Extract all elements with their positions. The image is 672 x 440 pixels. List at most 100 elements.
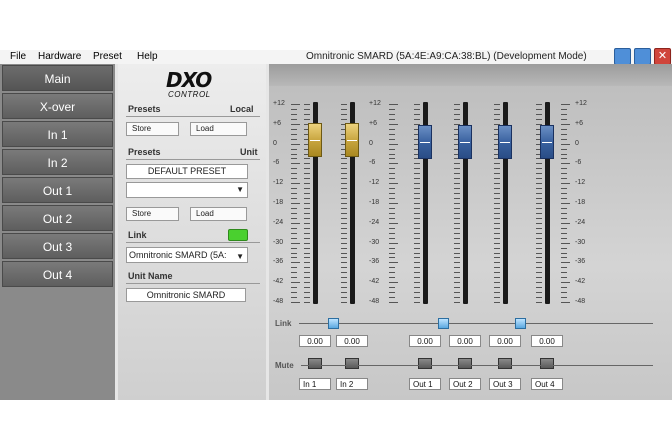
load-local-button[interactable]: Load <box>190 122 247 136</box>
menu-preset[interactable]: Preset <box>93 51 122 62</box>
store-local-button[interactable]: Store <box>126 122 179 136</box>
nav-item-out4[interactable]: Out 4 <box>2 261 113 287</box>
mute-button[interactable] <box>308 358 322 369</box>
fader-knob-out3[interactable] <box>498 125 512 159</box>
scale-tick <box>389 108 395 110</box>
fader-tick <box>454 282 460 284</box>
link-status-led <box>228 229 248 241</box>
mute-button[interactable] <box>540 358 554 369</box>
dxo-logo-sub: CONTROL <box>168 90 211 99</box>
fader-tick <box>494 262 500 264</box>
fader-tick <box>414 297 420 299</box>
fader-tick <box>341 277 347 279</box>
scale-tick <box>389 252 395 254</box>
nav-item-main[interactable]: Main <box>2 65 113 91</box>
fader-tick <box>414 203 420 204</box>
scale-tick <box>291 287 297 289</box>
fader-knob-out4[interactable] <box>540 125 554 159</box>
scale-tick <box>561 287 567 289</box>
scale-tick <box>291 143 300 145</box>
mute-button[interactable] <box>345 358 359 369</box>
scale-label: -30 <box>369 238 380 246</box>
scale-tick <box>561 118 567 120</box>
scale-label: -6 <box>273 159 280 167</box>
fader-tick <box>304 178 310 180</box>
mute-button[interactable] <box>498 358 512 369</box>
maximize-icon[interactable] <box>634 48 651 65</box>
fader-tick <box>494 118 500 120</box>
channel-value[interactable]: 0.00 <box>531 335 563 347</box>
scale-tick <box>291 123 300 125</box>
unit-name-field[interactable]: Omnitronic SMARD <box>126 288 246 302</box>
fader-tick <box>414 237 420 239</box>
nav-item-out2[interactable]: Out 2 <box>2 205 113 231</box>
scale-tick <box>561 158 567 160</box>
menu-file[interactable]: File <box>10 51 26 62</box>
fader-tick <box>304 237 310 239</box>
nav-item-in2[interactable]: In 2 <box>2 149 113 175</box>
link-toggle-out12[interactable] <box>438 318 449 329</box>
minimize-icon[interactable] <box>614 48 631 65</box>
fader-tick <box>341 272 347 274</box>
fader-knob-out1[interactable] <box>418 125 432 159</box>
link-toggle-in[interactable] <box>328 318 339 329</box>
scale-tick <box>389 128 395 130</box>
nav-item-in1[interactable]: In 1 <box>2 121 113 147</box>
load-unit-button[interactable]: Load <box>190 207 247 221</box>
menu-help[interactable]: Help <box>137 51 158 62</box>
fader-tick <box>536 267 542 269</box>
scale-tick <box>561 163 570 165</box>
fader-tick <box>304 287 310 289</box>
scale-label: +12 <box>369 100 381 107</box>
fader-tick <box>536 227 542 229</box>
channel-value[interactable]: 0.00 <box>336 335 368 347</box>
scale-tick <box>291 203 300 204</box>
nav-item-out1[interactable]: Out 1 <box>2 177 113 203</box>
scale-tick <box>389 188 395 190</box>
scale-tick <box>389 168 395 170</box>
chevron-down-icon: ▼ <box>236 250 244 262</box>
nav-item-out3[interactable]: Out 3 <box>2 233 113 259</box>
fader-tick <box>454 163 460 165</box>
scale-label: -36 <box>575 258 586 266</box>
scale-label: -30 <box>575 238 586 246</box>
sidebar-nav: Main X-over In 1 In 2 Out 1 Out 2 Out 3 … <box>0 64 115 400</box>
divider <box>126 242 260 243</box>
fader-knob-in2[interactable] <box>345 123 359 157</box>
fader-knob-in1[interactable] <box>308 123 322 157</box>
fader-tick <box>414 277 420 279</box>
channel-value[interactable]: 0.00 <box>449 335 481 347</box>
link-toggle-out34[interactable] <box>515 318 526 329</box>
channel-value[interactable]: 0.00 <box>489 335 521 347</box>
mute-button[interactable] <box>418 358 432 369</box>
store-unit-button[interactable]: Store <box>126 207 179 221</box>
fader-tick <box>494 252 500 254</box>
scale-tick <box>389 297 395 299</box>
fader-tick <box>494 207 500 209</box>
fader-tick <box>536 297 542 299</box>
default-preset-field[interactable]: DEFAULT PRESET <box>126 164 248 179</box>
scale-label: +6 <box>273 119 281 127</box>
mute-button[interactable] <box>458 358 472 369</box>
device-select[interactable]: Omnitronic SMARD (5A: ▼ <box>126 247 248 263</box>
channel-value[interactable]: 0.00 <box>409 335 441 347</box>
scale-tick <box>291 207 297 209</box>
nav-item-xover[interactable]: X-over <box>2 93 113 119</box>
fader-tick <box>454 222 460 224</box>
fader-tick <box>494 212 500 214</box>
menu-hardware[interactable]: Hardware <box>38 51 81 62</box>
fader-tick <box>454 252 460 254</box>
fader-tick <box>536 252 542 254</box>
preset-dropdown[interactable]: ▼ <box>126 182 248 198</box>
fader-knob-out2[interactable] <box>458 125 472 159</box>
scale-label: -42 <box>369 278 380 286</box>
fader-tick <box>414 272 420 274</box>
close-icon[interactable]: ✕ <box>654 48 671 65</box>
scale-label: -24 <box>575 218 586 226</box>
scale-tick <box>389 148 395 150</box>
channel-value[interactable]: 0.00 <box>299 335 331 347</box>
scale-tick <box>561 247 567 249</box>
fader-tick <box>341 302 347 303</box>
scale-label: -24 <box>369 218 380 226</box>
fader-tick <box>341 217 347 219</box>
